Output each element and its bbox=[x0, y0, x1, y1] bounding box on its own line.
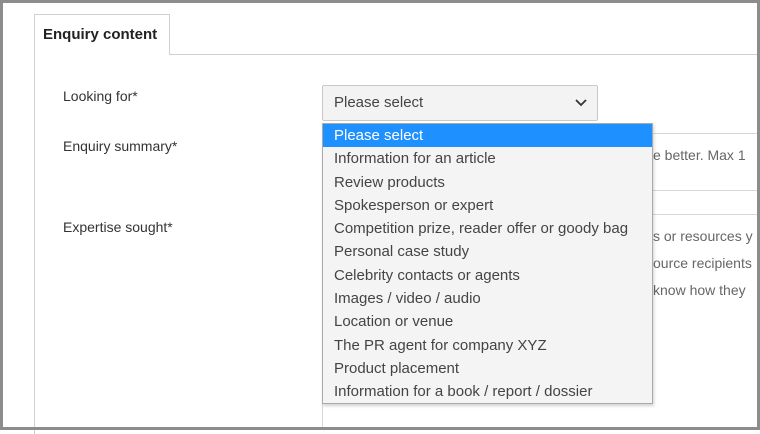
dropdown-option-personal-case-study[interactable]: Personal case study bbox=[323, 240, 652, 263]
dropdown-option-information-for-an-article[interactable]: Information for an article bbox=[323, 147, 652, 170]
looking-for-select[interactable]: Please select bbox=[322, 85, 598, 121]
enquiry-summary-placeholder: e better. Max 1 bbox=[653, 147, 746, 163]
dropdown-option-please-select[interactable]: Please select bbox=[323, 124, 652, 148]
tab-bar-divider bbox=[170, 54, 760, 55]
dropdown-option-pr-agent[interactable]: The PR agent for company XYZ bbox=[323, 334, 652, 357]
dropdown-option-location-or-venue[interactable]: Location or venue bbox=[323, 310, 652, 333]
chevron-down-icon bbox=[575, 86, 587, 120]
dropdown-option-celebrity-contacts[interactable]: Celebrity contacts or agents bbox=[323, 264, 652, 287]
expertise-placeholder-line: s or resources y bbox=[653, 228, 753, 244]
enquiry-summary-label: Enquiry summary* bbox=[63, 138, 178, 154]
expertise-sought-label: Expertise sought* bbox=[63, 219, 173, 235]
dropdown-option-information-for-a-book[interactable]: Information for a book / report / dossie… bbox=[323, 380, 652, 403]
looking-for-label: Looking for* bbox=[63, 88, 138, 104]
dropdown-option-spokesperson-or-expert[interactable]: Spokesperson or expert bbox=[323, 194, 652, 217]
dropdown-option-competition-prize[interactable]: Competition prize, reader offer or goody… bbox=[323, 217, 652, 240]
expertise-placeholder-line: know how they bbox=[653, 282, 746, 298]
expertise-placeholder-line: ource recipients bbox=[653, 255, 752, 271]
dropdown-option-review-products[interactable]: Review products bbox=[323, 171, 652, 194]
tab-enquiry-content[interactable]: Enquiry content bbox=[34, 14, 170, 55]
looking-for-select-value: Please select bbox=[334, 94, 424, 111]
looking-for-dropdown-list[interactable]: Please select Information for an article… bbox=[322, 123, 653, 404]
dropdown-option-images-video-audio[interactable]: Images / video / audio bbox=[323, 287, 652, 310]
dropdown-option-product-placement[interactable]: Product placement bbox=[323, 357, 652, 380]
